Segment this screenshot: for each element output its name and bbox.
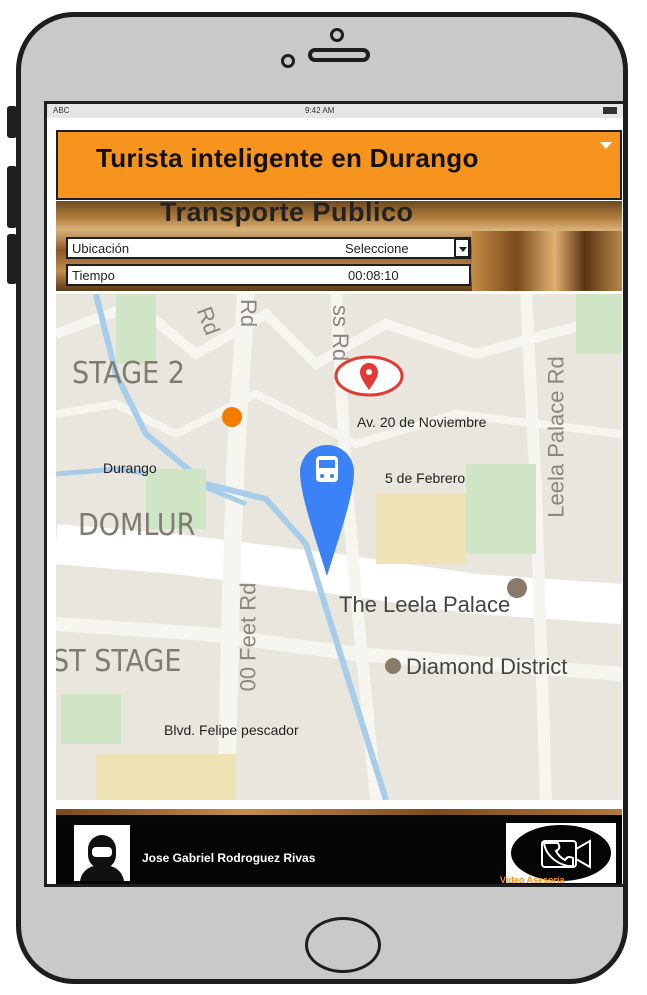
advisor-bar: Jose Gabriel Rodroguez Rivas Video Aseso…: [56, 809, 622, 885]
road-label-4: 00 Feet Rd: [235, 582, 261, 692]
poi-marker-diamond: [385, 658, 401, 674]
front-camera-icon: [330, 28, 344, 42]
via-label: 5 de Febrero: [385, 470, 466, 486]
poi-marker-orange: [222, 407, 242, 427]
location-label: Ubicación: [72, 241, 130, 256]
volume-up-button: [7, 166, 17, 228]
road-label-2: Rd: [236, 298, 262, 328]
sensor-icon: [281, 54, 295, 68]
destination-label: Av. 20 de Noviembre: [357, 414, 487, 430]
time-label: Tiempo: [72, 268, 115, 283]
bus-icon: [316, 456, 338, 482]
location-dropdown-button[interactable]: [454, 238, 470, 258]
bar-edge: [56, 809, 622, 815]
battery-icon: [603, 107, 617, 114]
app-screen: ABC 9:42 AM Turista inteligente en Duran…: [44, 101, 626, 887]
speaker-grille: [308, 48, 370, 62]
road-label-5: Leela Palace Rd: [543, 356, 569, 518]
route-map[interactable]: STAGE 2 DOMLUR ST STAGE Rd Rd ss Rd 00 F…: [56, 294, 622, 800]
area-label-stage2: STAGE 2: [72, 356, 185, 391]
area-label-ststage: ST STAGE: [56, 644, 182, 679]
poi-diamond-district[interactable]: Diamond District: [406, 654, 567, 680]
user-icon: [80, 835, 124, 881]
time-field: Tiempo 00:08:10: [66, 264, 471, 286]
mute-switch: [7, 106, 17, 138]
avatar[interactable]: [74, 825, 130, 881]
volume-down-button: [7, 234, 17, 284]
time-value: 00:08:10: [348, 268, 399, 283]
home-button[interactable]: [305, 917, 381, 973]
section-banner: Transporte Publico Ubicación Seleccione …: [56, 197, 622, 291]
dropdown-caret-icon[interactable]: [600, 142, 612, 149]
chevron-down-icon: [459, 247, 467, 252]
carrier-label: ABC: [53, 106, 70, 115]
video-call-label: Video Asesoria: [500, 875, 565, 885]
video-call-icon: [511, 825, 611, 881]
app-title: Turista inteligente en Durango: [96, 143, 479, 173]
status-time: 9:42 AM: [305, 106, 335, 115]
video-call-button[interactable]: [506, 823, 616, 883]
banner-photo: [472, 231, 622, 291]
location-select[interactable]: Ubicación Seleccione: [66, 237, 471, 259]
poi-leela-palace[interactable]: The Leela Palace: [339, 592, 510, 618]
area-label-domlur: DOMLUR: [78, 508, 196, 543]
street-label: Blvd. Felipe pescador: [164, 722, 299, 738]
road-label-3: ss Rd: [328, 304, 354, 362]
origin-label: Durango: [103, 460, 157, 476]
section-title: Transporte Publico: [160, 197, 414, 227]
location-value[interactable]: Seleccione: [345, 241, 409, 256]
app-header[interactable]: Turista inteligente en Durango: [56, 130, 622, 200]
agent-name: Jose Gabriel Rodroguez Rivas: [142, 851, 316, 865]
status-bar: ABC 9:42 AM: [47, 104, 623, 118]
